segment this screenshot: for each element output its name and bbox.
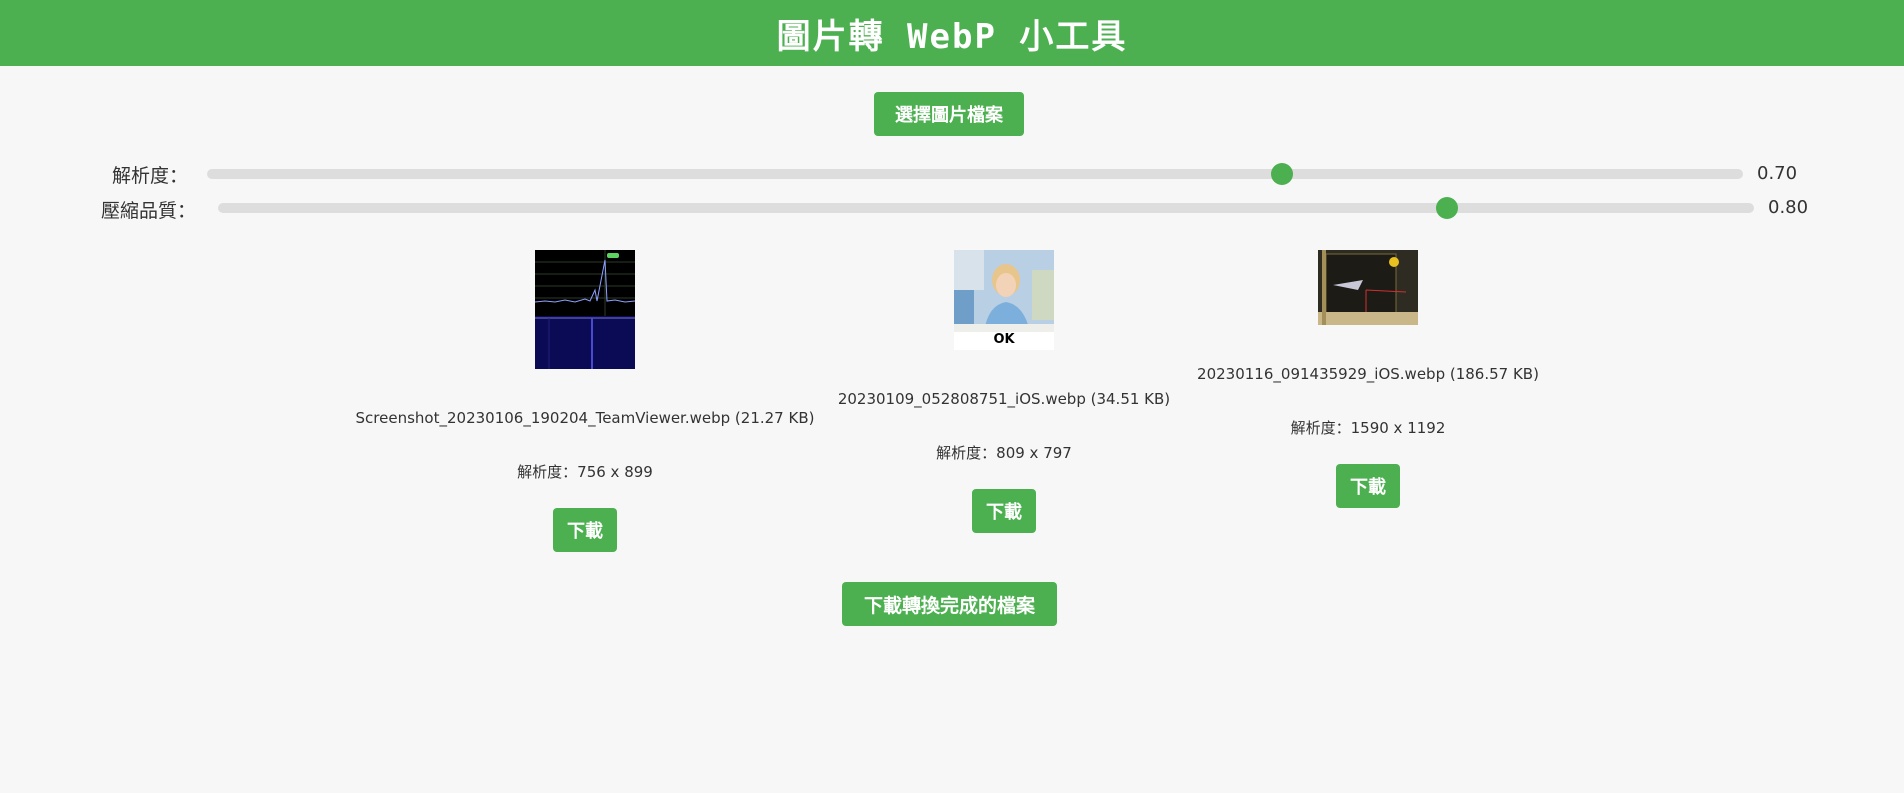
image-resolution: 解析度：756 x 899 <box>517 463 653 481</box>
quality-slider[interactable] <box>218 197 1754 219</box>
resolution-value: 0.70 <box>1757 163 1798 184</box>
image-thumbnail <box>535 250 635 369</box>
file-name: Screenshot_20230106_190204_TeamViewer.we… <box>355 409 815 427</box>
page-title: 圖片轉 WebP 小工具 <box>776 16 1128 57</box>
resolution-slider-thumb[interactable] <box>1271 163 1294 185</box>
thumbnail-caption: OK <box>993 332 1015 347</box>
app-header: 圖片轉 WebP 小工具 <box>0 0 1904 66</box>
result-card: OK 20230109_052808751_iOS.webp (34.51 KB… <box>800 250 1208 533</box>
image-thumbnail <box>1318 250 1418 325</box>
download-button[interactable]: 下載 <box>1336 464 1400 508</box>
quality-label: 壓縮品質： <box>101 200 197 222</box>
resolution-label: 解析度： <box>112 165 189 187</box>
download-all-button[interactable]: 下載轉換完成的檔案 <box>842 582 1057 626</box>
result-card: 20230116_091435929_iOS.webp (186.57 KB) … <box>1176 250 1560 508</box>
image-resolution: 解析度：1590 x 1192 <box>1290 419 1446 437</box>
resolution-slider[interactable] <box>207 163 1743 185</box>
quality-value: 0.80 <box>1768 197 1809 218</box>
download-button[interactable]: 下載 <box>972 489 1036 533</box>
result-card: Screenshot_20230106_190204_TeamViewer.we… <box>356 250 814 552</box>
file-name: 20230109_052808751_iOS.webp (34.51 KB) <box>837 390 1171 408</box>
choose-file-button[interactable]: 選擇圖片檔案 <box>874 92 1024 136</box>
quality-slider-thumb[interactable] <box>1435 197 1458 219</box>
download-button[interactable]: 下載 <box>553 508 617 552</box>
image-resolution: 解析度：809 x 797 <box>936 444 1072 462</box>
file-name: 20230116_091435929_iOS.webp (186.57 KB) <box>1197 365 1539 383</box>
image-thumbnail: OK <box>954 250 1054 350</box>
